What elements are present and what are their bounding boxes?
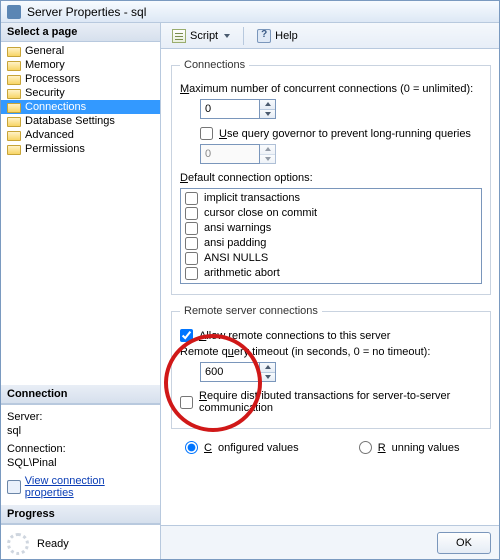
option-ansi-warnings[interactable]: ansi warnings bbox=[185, 221, 477, 236]
remote-timeout-input[interactable] bbox=[200, 362, 260, 382]
server-value: sql bbox=[7, 425, 154, 437]
option-ansi-padding[interactable]: ansi padding bbox=[185, 236, 477, 251]
sidebar-item-security[interactable]: Security bbox=[1, 86, 160, 100]
remote-group: Remote server connections Allow remote c… bbox=[171, 305, 491, 429]
use-query-governor-label: Use query governor to prevent long-runni… bbox=[219, 128, 471, 140]
titlebar: Server Properties - sql bbox=[1, 1, 499, 23]
connection-label: Connection: bbox=[7, 443, 154, 455]
default-options-listbox[interactable]: implicit transactionscursor close on com… bbox=[180, 188, 482, 284]
max-connections-input[interactable] bbox=[200, 99, 260, 119]
require-distributed-label: Require distributed transactions for ser… bbox=[199, 390, 482, 414]
chevron-down-icon bbox=[224, 34, 230, 38]
ok-button[interactable]: OK bbox=[437, 532, 491, 554]
page-icon bbox=[7, 59, 21, 71]
progress-header: Progress bbox=[1, 505, 160, 524]
server-label: Server: bbox=[7, 411, 154, 423]
allow-remote-checkbox[interactable] bbox=[180, 329, 193, 342]
use-query-governor-checkbox[interactable] bbox=[200, 127, 213, 140]
query-governor-stepper bbox=[260, 144, 276, 164]
select-page-header: Select a page bbox=[1, 23, 160, 42]
sidebar-item-permissions[interactable]: Permissions bbox=[1, 142, 160, 156]
max-connections-label: Maximum number of concurrent connections… bbox=[180, 83, 482, 95]
require-distributed-checkbox[interactable] bbox=[180, 396, 193, 409]
progress-status: Ready bbox=[37, 538, 69, 550]
sidebar-item-memory[interactable]: Memory bbox=[1, 58, 160, 72]
progress-spinner-icon bbox=[7, 533, 29, 555]
query-governor-value-input bbox=[200, 144, 260, 164]
script-button[interactable]: Script bbox=[167, 26, 235, 46]
remote-timeout-label: Remote query timeout (in seconds, 0 = no… bbox=[180, 346, 482, 358]
remote-timeout-stepper[interactable] bbox=[260, 362, 276, 382]
script-icon bbox=[172, 29, 186, 43]
window-title: Server Properties - sql bbox=[27, 5, 146, 19]
max-connections-stepper[interactable] bbox=[260, 99, 276, 119]
page-icon bbox=[7, 129, 21, 141]
page-icon bbox=[7, 73, 21, 85]
running-values-radio[interactable]: Running values bbox=[359, 441, 460, 454]
page-icon bbox=[7, 115, 21, 127]
page-tree[interactable]: GeneralMemoryProcessorsSecurityConnectio… bbox=[1, 42, 160, 158]
help-button[interactable]: Help bbox=[252, 26, 303, 46]
sidebar-item-database-settings[interactable]: Database Settings bbox=[1, 114, 160, 128]
help-icon bbox=[257, 29, 271, 43]
page-icon bbox=[7, 143, 21, 155]
remote-group-legend: Remote server connections bbox=[180, 305, 322, 317]
sidebar-item-general[interactable]: General bbox=[1, 44, 160, 58]
sidebar-item-advanced[interactable]: Advanced bbox=[1, 128, 160, 142]
page-icon bbox=[7, 87, 21, 99]
option-implicit-transactions[interactable]: implicit transactions bbox=[185, 191, 477, 206]
option-arithmetic-abort[interactable]: arithmetic abort bbox=[185, 266, 477, 281]
connections-group-legend: Connections bbox=[180, 59, 249, 71]
connection-value: SQL\Pinal bbox=[7, 457, 154, 469]
configured-values-radio[interactable]: Configured values bbox=[185, 441, 299, 454]
option-cursor-close-on-commit[interactable]: cursor close on commit bbox=[185, 206, 477, 221]
properties-icon bbox=[7, 480, 21, 494]
default-options-label: Default connection options: bbox=[180, 172, 482, 184]
toolbar-divider bbox=[243, 27, 244, 45]
connections-group: Connections Maximum number of concurrent… bbox=[171, 59, 491, 295]
sidebar-item-connections[interactable]: Connections bbox=[1, 100, 160, 114]
sidebar-item-processors[interactable]: Processors bbox=[1, 72, 160, 86]
app-icon bbox=[7, 5, 21, 19]
view-connection-properties-link[interactable]: View connection properties bbox=[7, 475, 154, 499]
connection-header: Connection bbox=[1, 385, 160, 404]
page-icon bbox=[7, 101, 21, 113]
page-icon bbox=[7, 45, 21, 57]
allow-remote-label: Allow remote connections to this server bbox=[199, 330, 390, 342]
option-ansi-nulls[interactable]: ANSI NULLS bbox=[185, 251, 477, 266]
